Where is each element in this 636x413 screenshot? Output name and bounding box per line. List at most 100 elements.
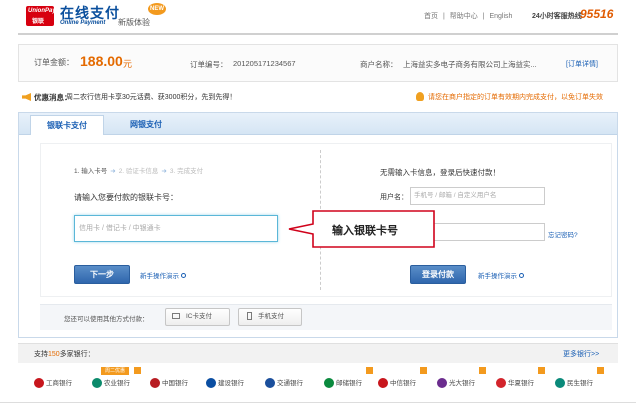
step-1: 1. 输入卡号 bbox=[74, 168, 108, 175]
bank-logo-icon bbox=[206, 378, 216, 389]
new-version-link[interactable]: 新版体验 bbox=[118, 17, 150, 28]
logo-brand-cn: 银联 bbox=[32, 19, 45, 25]
arrow-right-icon: ➜ bbox=[161, 168, 167, 175]
bank-bar bbox=[18, 343, 618, 363]
bank-count: 150 bbox=[48, 351, 60, 358]
bank-logo-icon bbox=[437, 378, 447, 389]
help-center-link[interactable]: 帮助中心 bbox=[450, 13, 478, 20]
merchant-label: 商户名称： bbox=[360, 60, 398, 69]
username-input[interactable]: 手机号 / 邮箱 / 自定义用户名 bbox=[410, 187, 545, 205]
bank-logo-icon bbox=[555, 378, 565, 389]
mobile-pay-button[interactable]: 手机支付 bbox=[238, 308, 302, 326]
new-badge: NEW bbox=[148, 3, 166, 15]
bank-name: 光大银行 bbox=[449, 380, 475, 387]
play-icon bbox=[181, 273, 186, 278]
bank-item[interactable]: 邮储银行 bbox=[324, 377, 362, 389]
nav-separator: | bbox=[442, 13, 445, 20]
expiry-tip: 请您在商户指定的订单有效期内完成支付，以免订单失效 bbox=[428, 94, 603, 101]
login-pay-title: 无需输入卡信息，登录后快速付款！ bbox=[380, 168, 500, 177]
bank-name: 华夏银行 bbox=[508, 380, 534, 387]
bank-item[interactable]: 华夏银行 bbox=[496, 377, 534, 389]
order-detail-label: 订单详情 bbox=[567, 61, 596, 68]
bank-name: 农业银行 bbox=[104, 380, 130, 387]
order-number-label: 订单编号： bbox=[190, 60, 228, 69]
bank-title-prefix: 支持 bbox=[34, 351, 48, 358]
order-number-value: 201205171234567 bbox=[233, 59, 296, 68]
card-demo-label: 新手操作演示 bbox=[140, 273, 179, 280]
site-subtitle: Online Payment bbox=[60, 20, 106, 26]
forgot-password-link[interactable]: 忘记密码? bbox=[548, 229, 578, 239]
login-demo-link[interactable]: 新手操作演示 bbox=[478, 270, 524, 280]
offer-badge-icon bbox=[538, 367, 545, 374]
english-link[interactable]: English bbox=[489, 13, 512, 20]
unionpay-logo: UnionPay 银联 bbox=[26, 6, 56, 26]
bank-logo-icon bbox=[378, 378, 388, 389]
bank-count-title: 支持150多家银行： bbox=[34, 349, 95, 359]
bank-item[interactable]: 中信银行 bbox=[378, 377, 416, 389]
tab-bar bbox=[19, 113, 617, 135]
bank-name: 中信银行 bbox=[390, 380, 416, 387]
step-indicator: 1. 输入卡号 ➜ 2. 验证卡信息 ➜ 3. 完成支付 bbox=[74, 165, 203, 175]
page-bottom bbox=[0, 402, 636, 413]
order-detail-link[interactable]: [订单详情] bbox=[566, 59, 598, 69]
bank-name: 民生银行 bbox=[567, 380, 593, 387]
offer-badge-icon bbox=[134, 367, 141, 374]
bank-title-suffix: 多家银行： bbox=[59, 351, 95, 358]
order-amount-value: 188.00 bbox=[80, 53, 123, 69]
hotline-number: 95516 bbox=[580, 7, 614, 21]
ic-card-icon bbox=[172, 313, 180, 320]
phone-icon bbox=[247, 312, 252, 321]
tab-online-banking[interactable]: 网银支付 bbox=[114, 115, 178, 135]
offer-badge-icon bbox=[597, 367, 604, 374]
speaker-icon bbox=[22, 93, 31, 101]
ic-card-pay-button[interactable]: IC卡支付 bbox=[165, 308, 230, 326]
bank-name: 邮储银行 bbox=[336, 380, 362, 387]
bank-logo-icon bbox=[92, 378, 102, 389]
bank-item[interactable]: 交通银行 bbox=[265, 377, 303, 389]
offer-badge-icon bbox=[366, 367, 373, 374]
username-label: 用户名： bbox=[380, 194, 408, 201]
offer-badge-icon bbox=[420, 367, 427, 374]
bank-logo-icon bbox=[496, 378, 506, 389]
bank-name: 建设银行 bbox=[218, 380, 244, 387]
other-methods-text: 您还可以使用其他方式付款： bbox=[64, 316, 149, 323]
bank-item[interactable]: 工商银行 bbox=[34, 377, 72, 389]
bank-item[interactable]: 中国银行 bbox=[150, 377, 188, 389]
order-amount-unit: 元 bbox=[123, 59, 133, 69]
promo-badge: 周二优惠 bbox=[101, 367, 129, 375]
merchant-name: 上海益实多电子商务有限公司上海益实... bbox=[403, 60, 537, 69]
order-amount-label: 订单金额： bbox=[34, 58, 74, 67]
step-3: 3. 完成支付 bbox=[169, 168, 204, 175]
card-number-input[interactable]: 信用卡 / 借记卡 / 中银通卡 bbox=[74, 215, 278, 242]
bank-logo-icon bbox=[150, 378, 160, 389]
top-nav: 首页 | 帮助中心 | English bbox=[424, 11, 515, 21]
card-demo-link[interactable]: 新手操作演示 bbox=[140, 270, 186, 280]
mobile-pay-label: 手机支付 bbox=[258, 313, 284, 320]
bank-item[interactable]: 农业银行 bbox=[92, 377, 130, 389]
bank-item[interactable]: 民生银行 bbox=[555, 377, 593, 389]
bank-name: 中国银行 bbox=[162, 380, 188, 387]
bank-logo-icon bbox=[34, 378, 44, 389]
login-pay-button[interactable]: 登录付款 bbox=[410, 265, 466, 284]
bank-name: 工商银行 bbox=[46, 380, 72, 387]
arrow-right-icon: ➜ bbox=[110, 168, 116, 175]
ic-card-pay-label: IC卡支付 bbox=[186, 313, 212, 320]
bank-logo-icon bbox=[324, 378, 334, 389]
promo-text[interactable]: 周二农行信用卡享30元话费、获3000积分，先到先得！ bbox=[66, 92, 236, 102]
card-number-prompt: 请输入您要付款的银联卡号： bbox=[74, 193, 178, 202]
hotline-label: 24小时客服热线 bbox=[532, 13, 582, 20]
logo-brand: UnionPay bbox=[28, 8, 56, 14]
home-link[interactable]: 首页 bbox=[424, 13, 438, 20]
bank-item[interactable]: 光大银行 bbox=[437, 377, 475, 389]
more-banks-link[interactable]: 更多银行>> bbox=[563, 349, 599, 359]
bank-name: 交通银行 bbox=[277, 380, 303, 387]
offer-badge-icon bbox=[479, 367, 486, 374]
nav-separator: | bbox=[482, 13, 485, 20]
login-demo-label: 新手操作演示 bbox=[478, 273, 517, 280]
bank-logo-icon bbox=[265, 378, 275, 389]
step-2: 2. 验证卡信息 bbox=[118, 168, 159, 175]
bank-item[interactable]: 建设银行 bbox=[206, 377, 244, 389]
header-divider bbox=[18, 33, 618, 35]
next-step-button[interactable]: 下一步 bbox=[74, 265, 130, 284]
tab-unionpay-card[interactable]: 银联卡支付 bbox=[30, 115, 104, 135]
